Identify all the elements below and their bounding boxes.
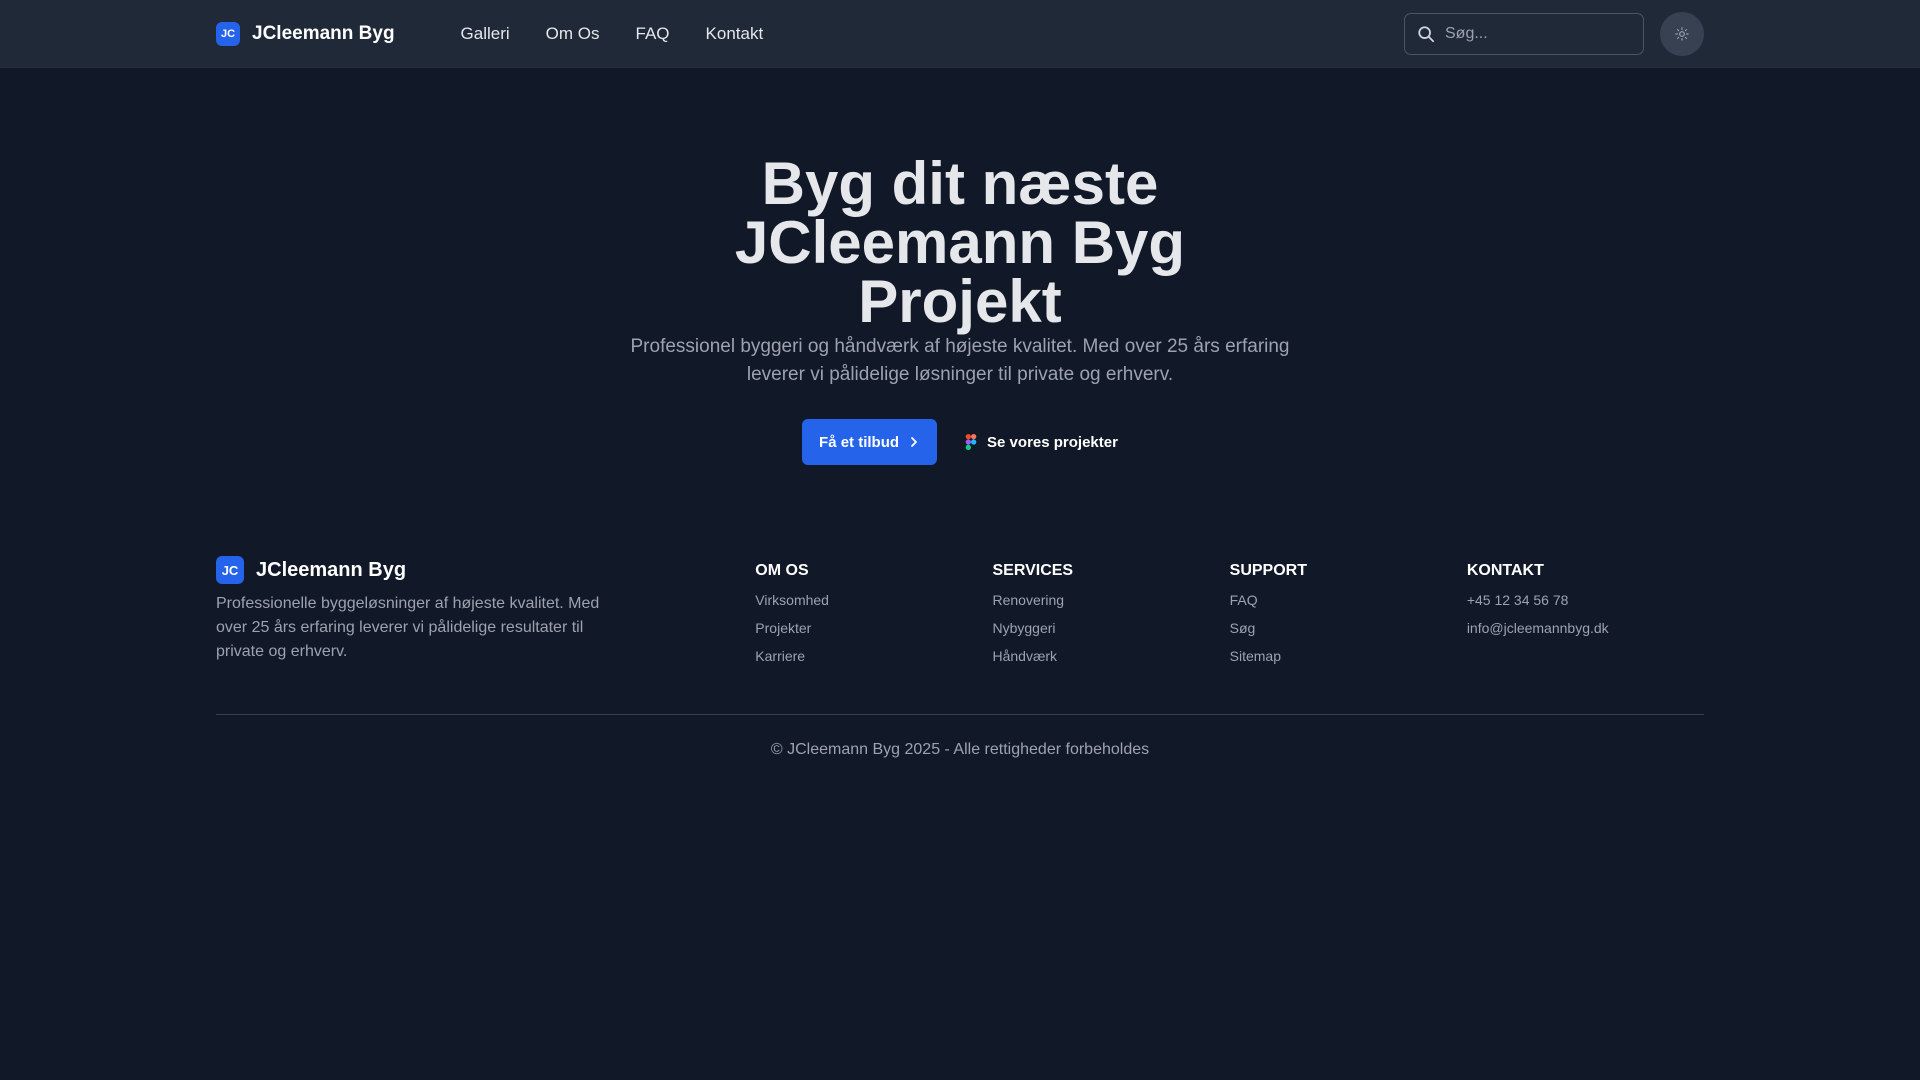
navbar: JC JCleemann Byg Galleri Om Os FAQ Konta… (0, 0, 1920, 68)
footer-brand: JC JCleemann Byg Professionelle byggeløs… (216, 556, 755, 678)
footer-logo-badge: JC (216, 556, 244, 584)
copyright-text: © JCleemann Byg 2025 - Alle rettigheder … (770, 741, 1150, 758)
footer: JC JCleemann Byg Professionelle byggeløs… (216, 556, 1704, 759)
footer-description: Professionelle byggeløsninger af højeste… (216, 595, 600, 660)
footer-link-virksomhed[interactable]: Virksomhed (755, 592, 829, 608)
see-projects-button[interactable]: Se vores projekter (965, 419, 1118, 465)
brand-name: JCleemann Byg (252, 23, 395, 44)
search-box[interactable] (1404, 13, 1644, 55)
hero-section: Byg dit næste JCleemann Byg Projekt Prof… (0, 68, 1920, 465)
hero-subtitle: Professionel byggeri og håndværk af høje… (630, 336, 1290, 385)
chevron-right-icon (911, 437, 917, 447)
nav-link-galleri[interactable]: Galleri (461, 24, 510, 44)
footer-link-renovering[interactable]: Renovering (992, 592, 1064, 608)
footer-column-title: SUPPORT (1229, 562, 1307, 579)
footer-column-title: OM OS (755, 562, 809, 579)
footer-link-sitemap[interactable]: Sitemap (1230, 648, 1281, 664)
figma-icon (965, 434, 977, 450)
footer-column-support: SUPPORT FAQ Søg Sitemap (1230, 556, 1467, 678)
brand-link[interactable]: JC JCleemann Byg (216, 22, 395, 46)
get-quote-label: Få et tilbud (819, 433, 900, 451)
footer-link-haandvaerk[interactable]: Håndværk (992, 648, 1057, 664)
footer-link-email[interactable]: info@jcleemannbyg.dk (1467, 620, 1609, 636)
footer-column-om-os: OM OS Virksomhed Projekter Karriere (755, 556, 992, 678)
footer-brand-row: JC JCleemann Byg (216, 556, 755, 584)
hero-title: Byg dit næste JCleemann Byg Projekt (734, 150, 1186, 335)
search-icon (1418, 26, 1435, 43)
nav-right (1404, 12, 1704, 56)
footer-column-services: SERVICES Renovering Nybyggeri Håndværk (992, 556, 1229, 678)
main-nav: Galleri Om Os FAQ Kontakt (461, 24, 800, 44)
nav-link-om-os[interactable]: Om Os (546, 24, 600, 44)
footer-link-projekter[interactable]: Projekter (755, 620, 811, 636)
logo-badge: JC (216, 22, 240, 46)
footer-column-title: SERVICES (992, 562, 1074, 579)
nav-link-kontakt[interactable]: Kontakt (706, 24, 764, 44)
footer-brand-name: JCleemann Byg (256, 558, 407, 581)
footer-link-phone[interactable]: +45 12 34 56 78 (1467, 592, 1569, 608)
search-input[interactable] (1445, 25, 1635, 43)
get-quote-button[interactable]: Få et tilbud (802, 419, 938, 465)
footer-link-karriere[interactable]: Karriere (755, 648, 805, 664)
hero-actions: Få et tilbud Se vores projekter (0, 419, 1920, 465)
footer-link-soeg[interactable]: Søg (1230, 620, 1256, 636)
footer-column-kontakt: KONTAKT +45 12 34 56 78 info@jcleemannby… (1467, 556, 1704, 678)
theme-toggle-button[interactable] (1660, 12, 1704, 56)
footer-divider (216, 714, 1704, 715)
footer-link-nybyggeri[interactable]: Nybyggeri (992, 620, 1055, 636)
footer-link-faq[interactable]: FAQ (1230, 592, 1258, 608)
footer-top: JC JCleemann Byg Professionelle byggeløs… (216, 556, 1704, 678)
see-projects-label: Se vores projekter (987, 433, 1118, 451)
footer-column-title: KONTAKT (1466, 562, 1544, 579)
sun-icon (1675, 27, 1689, 41)
nav-link-faq[interactable]: FAQ (636, 24, 670, 44)
navbar-inner: JC JCleemann Byg Galleri Om Os FAQ Konta… (216, 0, 1704, 68)
